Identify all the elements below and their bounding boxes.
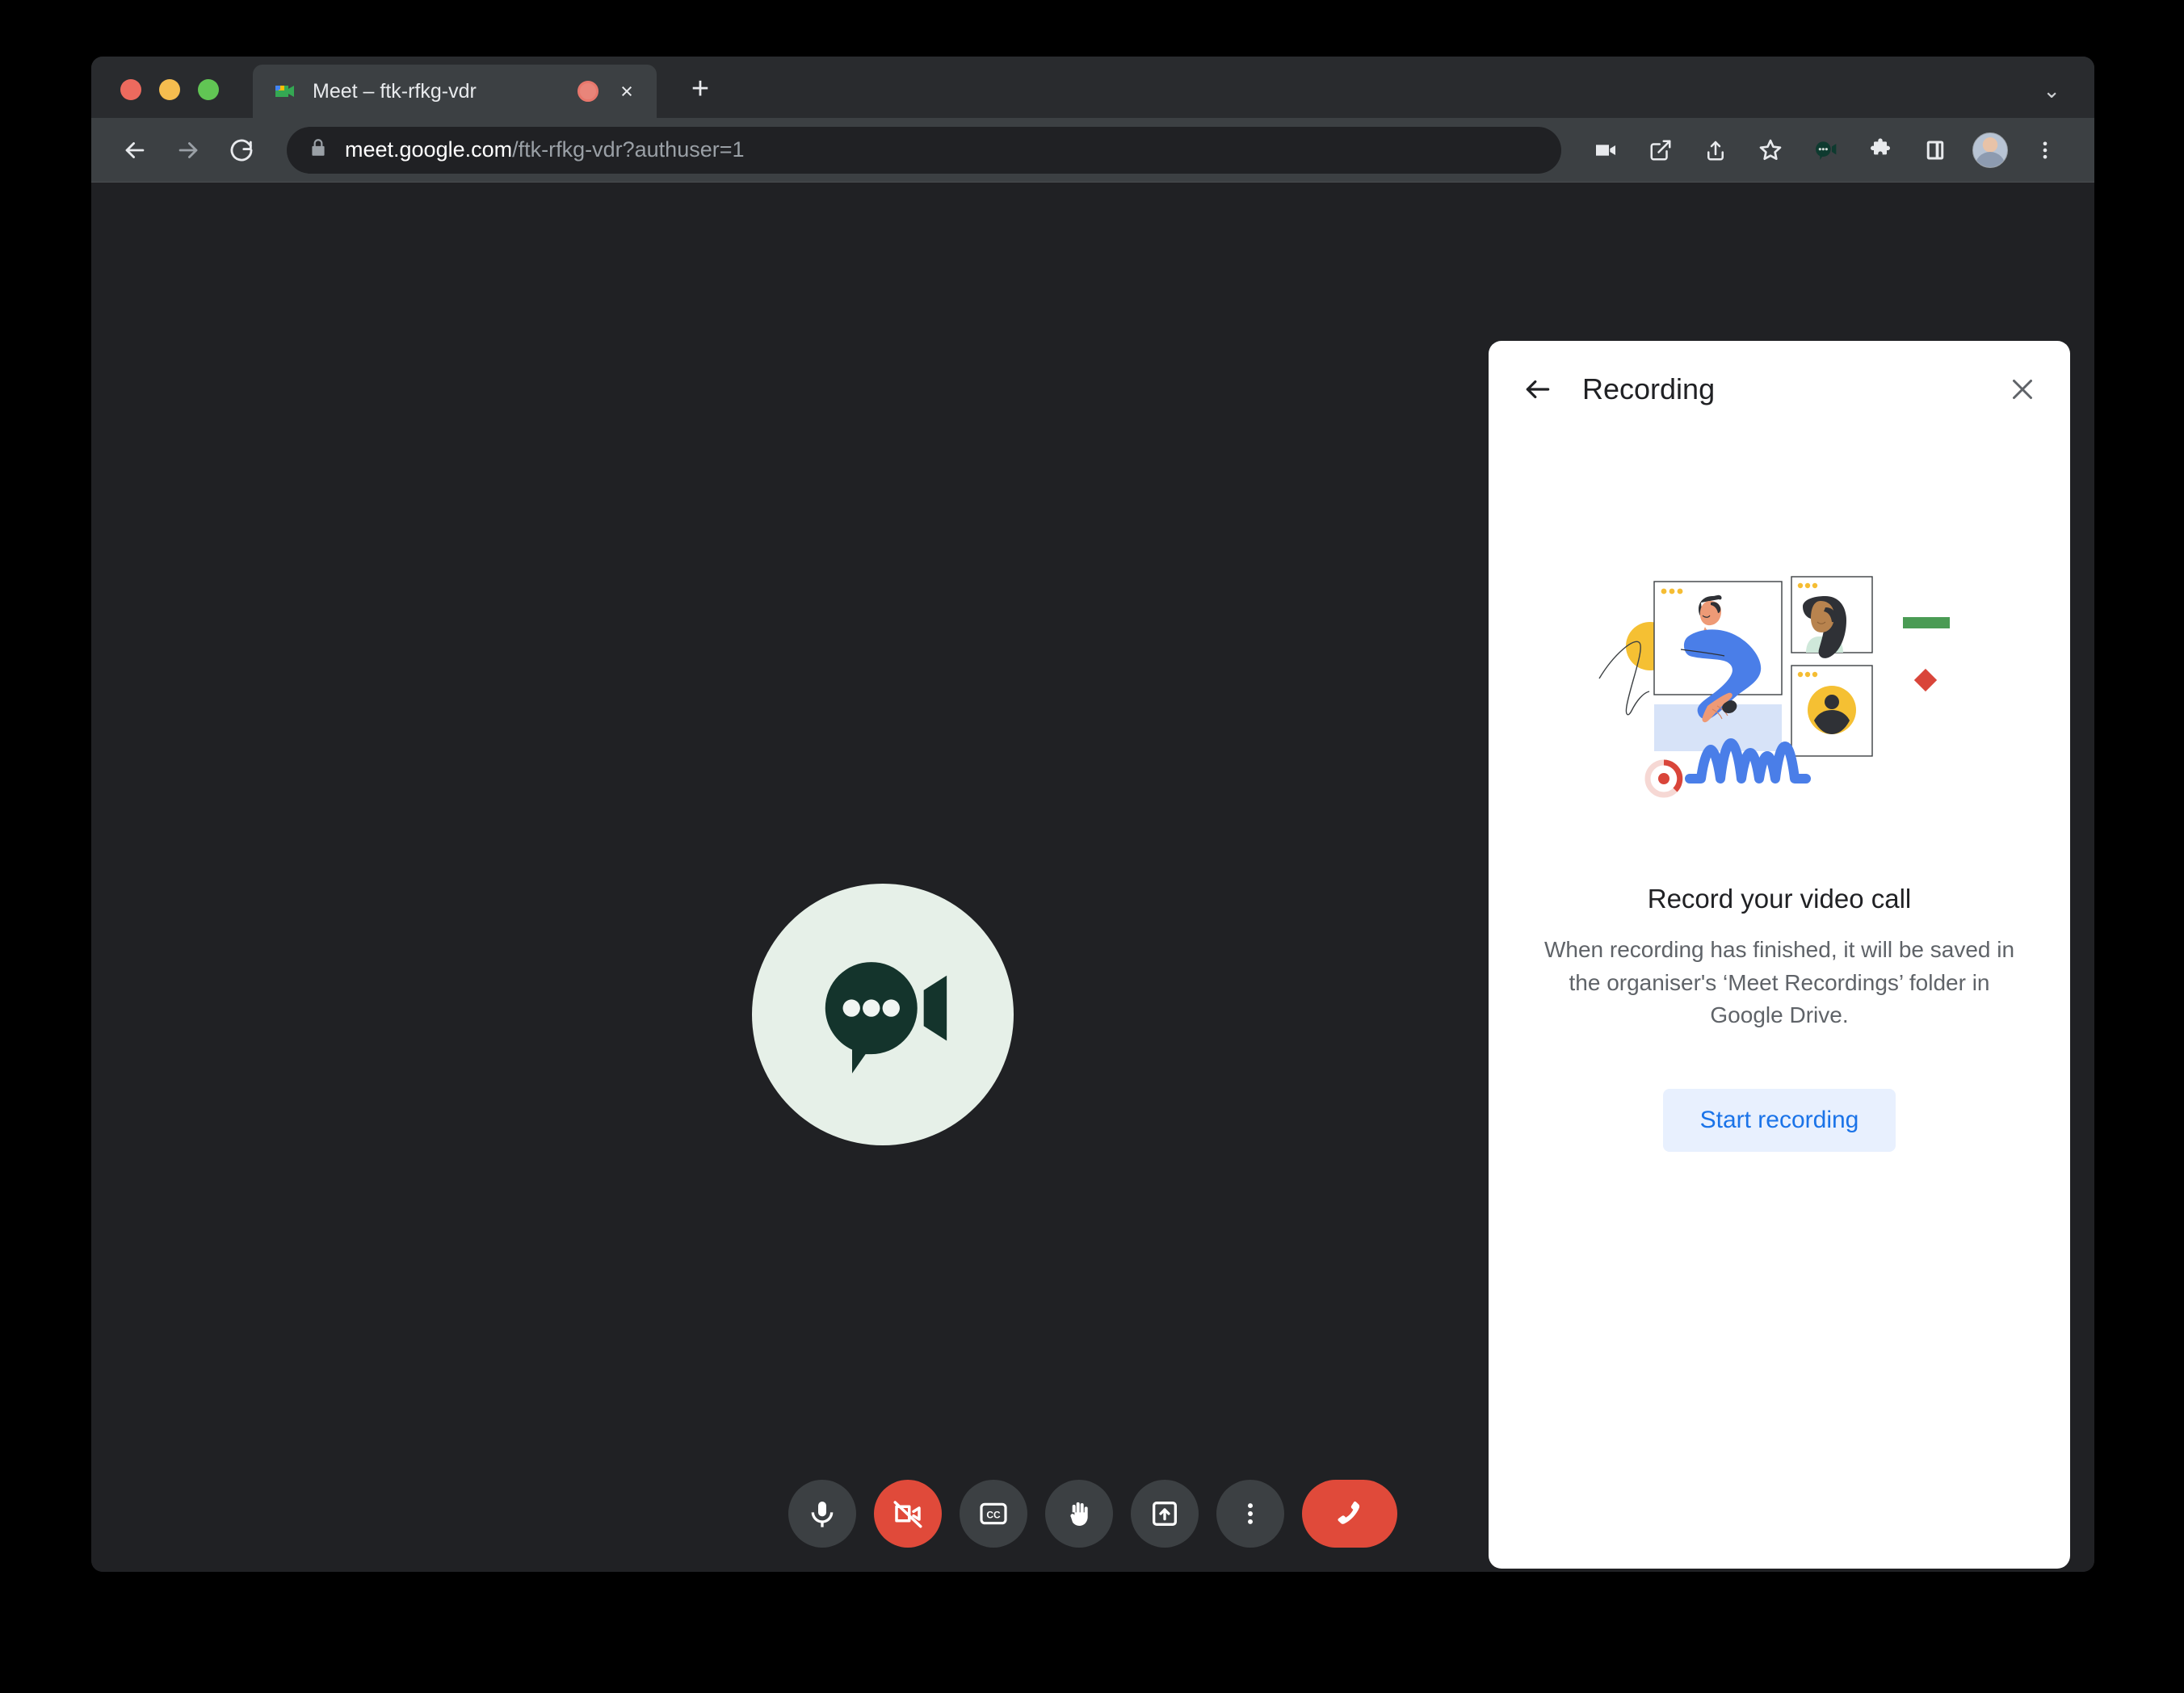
browser-toolbar: meet.google.com/ftk-rfkg-vdr?authuser=1	[91, 118, 2094, 183]
url-path: /ftk-rfkg-vdr?authuser=1	[512, 137, 745, 162]
chevron-down-icon[interactable]: ⌄	[2043, 78, 2060, 103]
camera-off-button[interactable]	[874, 1480, 942, 1548]
tab-title: Meet – ftk-rfkg-vdr	[313, 79, 477, 103]
browser-window: Meet – ftk-rfkg-vdr × + ⌄ meet.google.co…	[91, 57, 2094, 1572]
reload-button[interactable]	[217, 126, 266, 174]
google-meet-logo-avatar	[825, 962, 947, 1073]
google-meet-favicon	[272, 78, 298, 104]
captions-button[interactable]: CC	[960, 1480, 1027, 1548]
new-tab-button[interactable]: +	[682, 71, 718, 107]
close-icon[interactable]	[2004, 371, 2041, 408]
puzzle-extensions-icon[interactable]	[1857, 127, 1904, 174]
address-bar-url: meet.google.com/ftk-rfkg-vdr?authuser=1	[345, 137, 745, 162]
panel-header: Recording	[1489, 341, 2070, 438]
back-arrow-icon[interactable]	[1519, 371, 1556, 408]
lock-icon	[308, 137, 329, 162]
open-in-new-icon[interactable]	[1637, 127, 1684, 174]
window-traffic-lights	[120, 79, 219, 118]
url-host: meet.google.com	[345, 137, 513, 162]
recording-side-panel: Recording Record your video call When re…	[1489, 341, 2070, 1569]
panel-heading: Record your video call	[1647, 884, 1912, 914]
call-controls: CC	[788, 1480, 1397, 1548]
meet-stage: You ftk-rfkg-vdr CC	[91, 183, 2094, 1572]
self-video-avatar	[752, 884, 1014, 1145]
close-window-button[interactable]	[120, 79, 141, 100]
forward-button[interactable]	[164, 126, 212, 174]
side-panel-icon[interactable]	[1912, 127, 1959, 174]
back-button[interactable]	[111, 126, 159, 174]
microphone-button[interactable]	[788, 1480, 856, 1548]
record-video-call-illustration	[1598, 576, 1950, 798]
more-call-options-button[interactable]	[1216, 1480, 1284, 1548]
maximize-window-button[interactable]	[198, 79, 219, 100]
leave-call-button[interactable]	[1302, 1480, 1397, 1548]
address-bar[interactable]: meet.google.com/ftk-rfkg-vdr?authuser=1	[287, 126, 1561, 174]
video-camera-icon[interactable]	[1582, 127, 1629, 174]
browser-tab[interactable]: Meet – ftk-rfkg-vdr ×	[253, 65, 657, 118]
minimize-window-button[interactable]	[159, 79, 180, 100]
google-meet-extension-icon[interactable]	[1802, 127, 1849, 174]
tab-strip: Meet – ftk-rfkg-vdr × + ⌄	[91, 57, 2094, 118]
star-icon[interactable]	[1747, 127, 1794, 174]
present-screen-button[interactable]	[1131, 1480, 1199, 1548]
raise-hand-button[interactable]	[1045, 1480, 1113, 1548]
svg-text:CC: CC	[986, 1509, 1001, 1520]
start-recording-button[interactable]: Start recording	[1662, 1088, 1896, 1152]
share-icon[interactable]	[1692, 127, 1739, 174]
three-dot-menu-icon[interactable]	[2022, 127, 2068, 174]
panel-title: Recording	[1582, 372, 1716, 405]
profile-avatar[interactable]	[1967, 127, 2014, 174]
tab-close-icon[interactable]: ×	[613, 78, 640, 105]
recording-dot-icon[interactable]	[578, 81, 598, 102]
panel-description: When recording has finished, it will be …	[1544, 937, 2015, 1028]
panel-body: Record your video call When recording ha…	[1489, 438, 2070, 1569]
toolbar-icons	[1582, 127, 2068, 174]
